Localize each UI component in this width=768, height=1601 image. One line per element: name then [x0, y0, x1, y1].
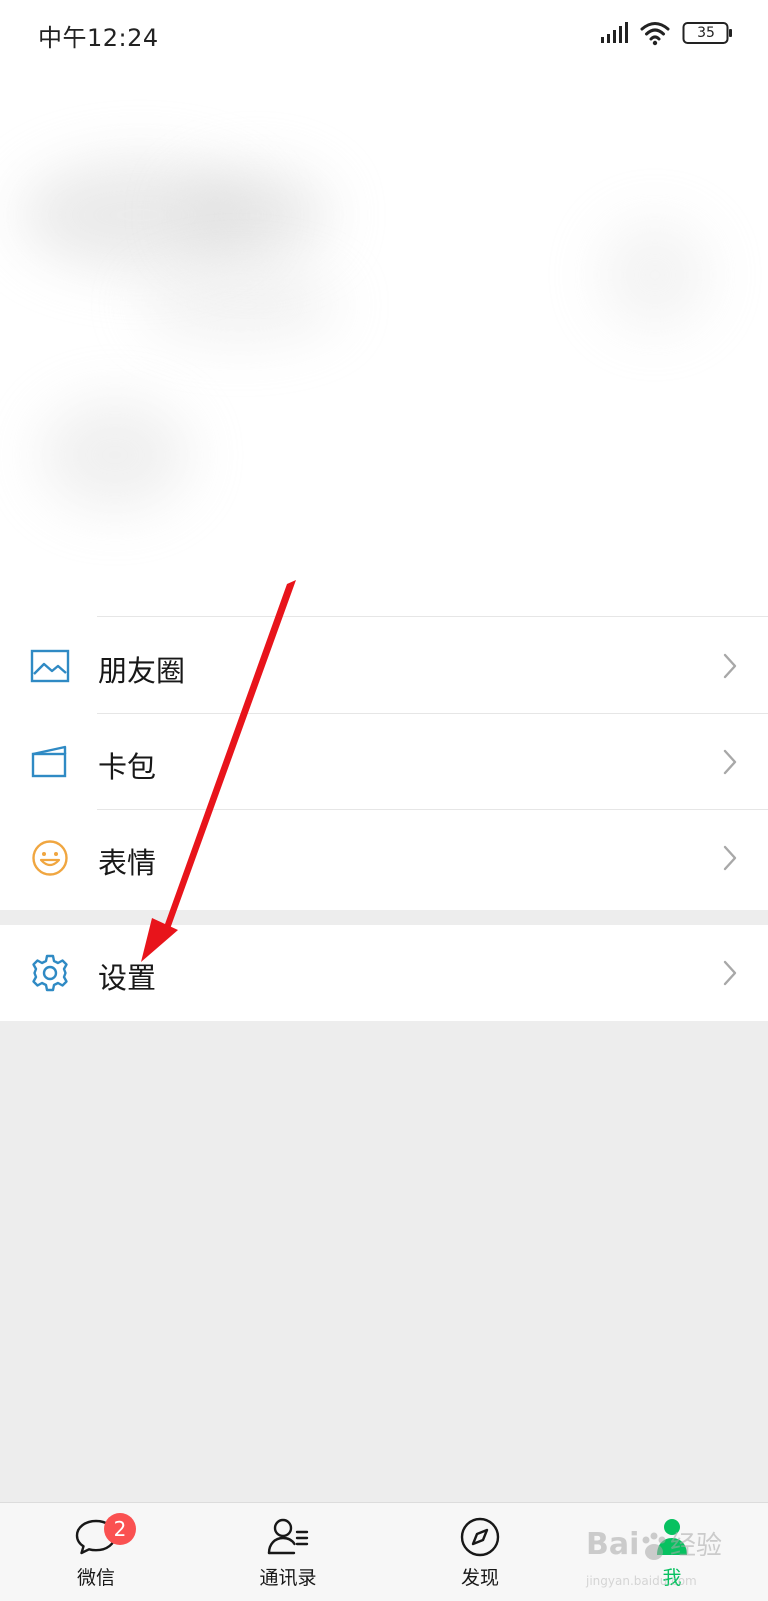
wifi-icon	[640, 22, 670, 46]
compass-icon	[460, 1517, 500, 1557]
menu-item-settings[interactable]: 设置	[0, 925, 768, 1021]
divider	[97, 616, 768, 617]
unread-badge: 2	[104, 1513, 136, 1545]
status-icons: 35	[600, 20, 740, 48]
card-wallet-icon	[31, 745, 67, 778]
watermark: Bai 经验 jingyan.baidu.com	[586, 1516, 726, 1588]
menu-item-label: 表情	[98, 846, 157, 880]
tab-label: 发现	[460, 1567, 499, 1589]
watermark-url: jingyan.baidu.com	[586, 1574, 697, 1588]
chevron-right-icon	[723, 749, 737, 775]
menu-item-card-wallet[interactable]: 卡包	[0, 714, 768, 810]
gear-icon	[32, 954, 68, 992]
moments-image-icon	[30, 649, 70, 683]
svg-text:Bai: Bai	[586, 1527, 639, 1562]
status-bar: 中午12:24 35	[0, 0, 768, 70]
profile-header[interactable]	[0, 70, 768, 608]
contacts-icon	[267, 1518, 309, 1555]
menu-item-label: 卡包	[98, 750, 157, 784]
smiley-icon	[32, 840, 68, 876]
tab-contacts[interactable]: 通讯录	[192, 1503, 384, 1601]
tab-label: 通讯录	[259, 1567, 317, 1589]
tab-discover[interactable]: 发现	[384, 1503, 576, 1601]
chevron-right-icon	[723, 960, 737, 986]
menu-item-label: 设置	[98, 961, 157, 995]
tab-chats[interactable]: 2 微信	[0, 1503, 192, 1601]
menu-item-moments[interactable]: 朋友圈	[0, 618, 768, 714]
battery-level: 35	[697, 25, 715, 41]
signal-icon	[601, 22, 628, 43]
settings-group: 设置	[0, 925, 768, 1021]
chevron-right-icon	[723, 653, 737, 679]
menu-item-stickers[interactable]: 表情	[0, 810, 768, 906]
tab-label: 微信	[76, 1567, 115, 1589]
baidu-paw-logo: Bai 经验	[586, 1527, 722, 1562]
chevron-right-icon	[723, 845, 737, 871]
watermark-text-main: 经验	[670, 1531, 722, 1561]
menu-item-label: 朋友圈	[98, 654, 186, 688]
status-time: 中午12:24	[38, 24, 159, 52]
menu-group: 朋友圈 卡包 表情	[0, 608, 768, 910]
